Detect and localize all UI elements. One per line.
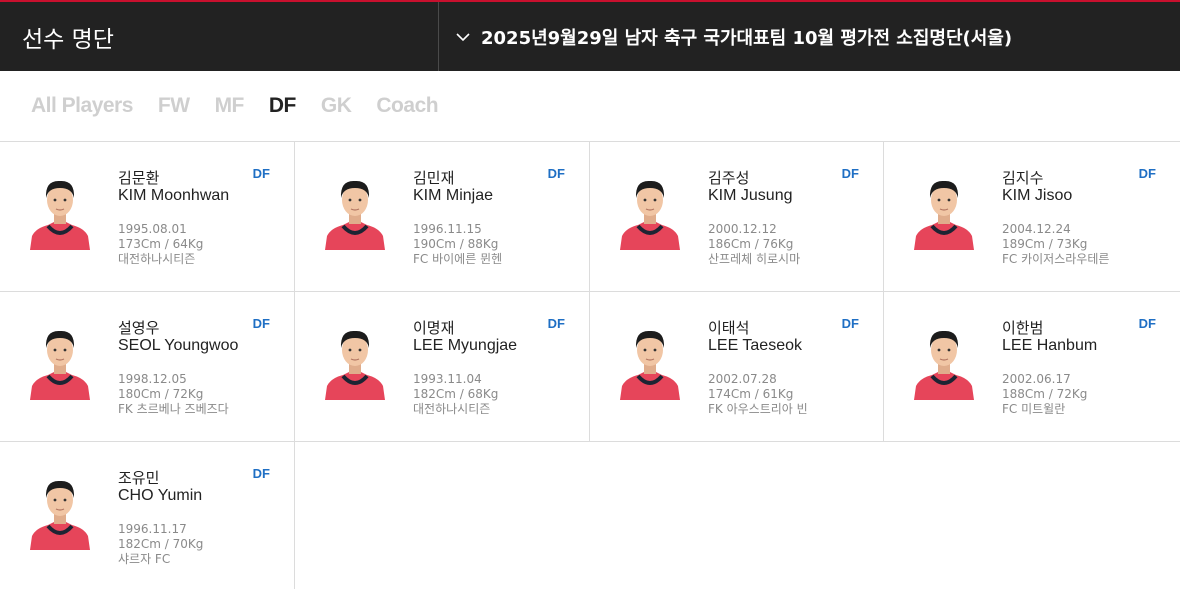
player-card[interactable]: DF 김문환 KIM Moonhwan 1995.08.01 173Cm / 6… [0,142,295,292]
event-select[interactable]: 2025년9월29일 남자 축구 국가대표팀 10월 평가전 소집명단(서울) [439,2,1180,71]
player-card[interactable]: DF 이태석 LEE Taeseok 2002.07.28 174Cm / 61… [590,292,884,442]
player-photo [912,320,976,400]
tab-all-players[interactable]: All Players [31,94,133,118]
player-birth-date: 1996.11.15 [413,222,482,236]
player-birth-date: 2000.12.12 [708,222,777,236]
player-height-weight: 188Cm / 72Kg [1002,387,1088,401]
player-height-weight: 173Cm / 64Kg [118,237,204,251]
player-height-weight: 186Cm / 76Kg [708,237,794,251]
position-label: DF [841,316,859,331]
event-select-value: 2025년9월29일 남자 축구 국가대표팀 10월 평가전 소집명단(서울) [481,27,1013,49]
player-korean-name: 이명재 [413,319,455,337]
player-card[interactable]: DF 설영우 SEOL Youngwoo 1998.12.05 180Cm / … [0,292,295,442]
player-info: 1996.11.15 190Cm / 88Kg FC 바이에른 뮌헨 [413,222,502,267]
tab-df[interactable]: DF [269,94,297,118]
player-info: 2000.12.12 186Cm / 76Kg 산프레체 히로시마 [708,222,800,267]
player-photo [912,170,976,250]
position-label: DF [841,166,859,181]
player-birth-date: 1998.12.05 [118,372,187,386]
position-label: DF [252,316,270,331]
player-card[interactable]: DF 김지수 KIM Jisoo 2004.12.24 189Cm / 73Kg… [884,142,1180,292]
player-club: 샤르자 FC [118,552,171,566]
position-label: DF [1138,316,1156,331]
player-english-name: CHO Yumin [118,487,203,504]
tab-gk[interactable]: GK [321,94,352,118]
player-birth-date: 1993.11.04 [413,372,482,386]
player-korean-name: 조유민 [118,469,160,487]
player-club: FK 아우스트리아 빈 [708,402,808,416]
chevron-down-icon [455,29,471,45]
position-label: DF [252,166,270,181]
player-english-name: KIM Moonhwan [118,187,230,204]
player-photo [28,170,92,250]
player-photo [323,320,387,400]
tab-fw[interactable]: FW [158,94,190,118]
player-club: FK 츠르베나 즈베즈다 [118,402,229,416]
player-card[interactable]: DF 조유민 CHO Yumin 1996.11.17 182Cm / 70Kg… [0,442,295,589]
player-birth-date: 2002.07.28 [708,372,777,386]
player-english-name: KIM Jisoo [1002,187,1073,204]
tab-mf[interactable]: MF [215,94,245,118]
player-info: 1998.12.05 180Cm / 72Kg FK 츠르베나 즈베즈다 [118,372,229,417]
player-height-weight: 182Cm / 68Kg [413,387,499,401]
player-english-name: KIM Jusung [708,187,793,204]
player-info: 2002.07.28 174Cm / 61Kg FK 아우스트리아 빈 [708,372,808,417]
player-grid: DF 김문환 KIM Moonhwan 1995.08.01 173Cm / 6… [0,142,1180,589]
player-club: 산프레체 히로시마 [708,252,801,266]
player-info: 2004.12.24 189Cm / 73Kg FC 카이저스라우테른 [1002,222,1109,267]
player-korean-name: 이태석 [708,319,750,337]
player-club: 대전하나시티즌 [413,402,491,416]
player-photo [323,170,387,250]
player-club: FC 바이에른 뮌헨 [413,252,503,266]
player-english-name: SEOL Youngwoo [118,337,239,354]
player-english-name: LEE Taeseok [708,337,802,354]
player-korean-name: 이한범 [1002,319,1044,337]
player-korean-name: 김지수 [1002,169,1044,187]
player-birth-date: 2004.12.24 [1002,222,1071,236]
player-info: 2002.06.17 188Cm / 72Kg FC 미트윌란 [1002,372,1087,417]
player-info: 1995.08.01 173Cm / 64Kg 대전하나시티즌 [118,222,203,267]
player-english-name: KIM Minjae [413,187,494,204]
player-height-weight: 190Cm / 88Kg [413,237,499,251]
player-card[interactable]: DF 이한범 LEE Hanbum 2002.06.17 188Cm / 72K… [884,292,1180,442]
player-korean-name: 김문환 [118,169,160,187]
player-card[interactable]: DF 김민재 KIM Minjae 1996.11.15 190Cm / 88K… [295,142,590,292]
position-label: DF [252,466,270,481]
player-card[interactable]: DF 이명재 LEE Myungjae 1993.11.04 182Cm / 6… [295,292,590,442]
player-height-weight: 182Cm / 70Kg [118,537,204,551]
player-photo [28,470,92,550]
player-info: 1996.11.17 182Cm / 70Kg 샤르자 FC [118,522,203,567]
player-birth-date: 1995.08.01 [118,222,187,236]
tab-coach[interactable]: Coach [376,94,438,118]
player-birth-date: 2002.06.17 [1002,372,1071,386]
player-height-weight: 174Cm / 61Kg [708,387,794,401]
player-height-weight: 189Cm / 73Kg [1002,237,1088,251]
player-card[interactable]: DF 김주성 KIM Jusung 2000.12.12 186Cm / 76K… [590,142,884,292]
player-club: FC 미트윌란 [1002,402,1066,416]
page-header: 선수 명단 2025년9월29일 남자 축구 국가대표팀 10월 평가전 소집명… [0,2,1180,71]
player-photo [618,170,682,250]
player-photo [28,320,92,400]
page-title: 선수 명단 [0,2,439,71]
player-english-name: LEE Myungjae [413,337,518,354]
player-info: 1993.11.04 182Cm / 68Kg 대전하나시티즌 [413,372,498,417]
player-korean-name: 설영우 [118,319,160,337]
position-label: DF [547,316,565,331]
position-label: DF [547,166,565,181]
player-birth-date: 1996.11.17 [118,522,187,536]
position-label: DF [1138,166,1156,181]
player-korean-name: 김주성 [708,169,750,187]
position-tabs: All Players FW MF DF GK Coach [0,71,1180,142]
player-photo [618,320,682,400]
player-english-name: LEE Hanbum [1002,337,1098,354]
player-korean-name: 김민재 [413,169,455,187]
player-club: 대전하나시티즌 [118,252,196,266]
player-club: FC 카이저스라우테른 [1002,252,1110,266]
player-height-weight: 180Cm / 72Kg [118,387,204,401]
